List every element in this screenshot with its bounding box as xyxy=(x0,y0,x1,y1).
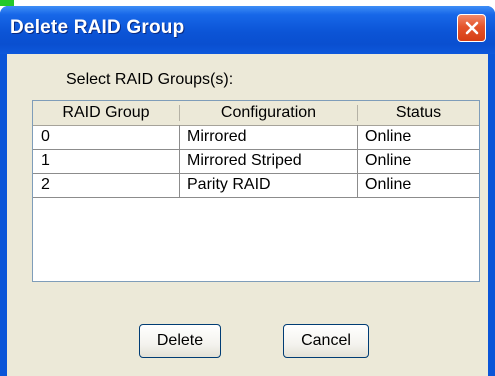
column-header-status[interactable]: Status xyxy=(358,101,479,125)
column-gridline xyxy=(357,125,358,197)
table-row[interactable]: 0 Mirrored Online xyxy=(33,125,479,150)
column-gridline xyxy=(179,125,180,197)
column-header-raid-group[interactable]: RAID Group xyxy=(33,101,179,125)
cancel-button[interactable]: Cancel xyxy=(283,324,369,358)
window-title: Delete RAID Group xyxy=(10,17,185,38)
table-header: RAID Group Configuration Status xyxy=(33,101,479,126)
cell-raid-group: 2 xyxy=(41,176,50,193)
cell-configuration: Mirrored Striped xyxy=(187,152,302,169)
delete-button[interactable]: Delete xyxy=(139,324,221,358)
title-bar[interactable]: Delete RAID Group xyxy=(0,6,495,54)
cell-raid-group: 0 xyxy=(41,128,50,145)
cell-configuration: Parity RAID xyxy=(187,176,271,193)
cell-configuration: Mirrored xyxy=(187,128,247,145)
dialog-body: Select RAID Groups(s): RAID Group Config… xyxy=(7,54,488,376)
cell-status: Online xyxy=(365,128,412,145)
select-prompt-label: Select RAID Groups(s): xyxy=(66,71,234,88)
close-button[interactable] xyxy=(457,14,486,42)
table-row[interactable]: 2 Parity RAID Online xyxy=(33,173,479,198)
table-row[interactable]: 1 Mirrored Striped Online xyxy=(33,149,479,174)
cell-status: Online xyxy=(365,176,412,193)
delete-raid-group-dialog: Delete RAID Group Select RAID Groups(s):… xyxy=(0,6,495,376)
close-icon xyxy=(465,21,478,35)
column-header-configuration[interactable]: Configuration xyxy=(180,101,357,125)
raid-group-table[interactable]: RAID Group Configuration Status 0 Mirror… xyxy=(32,100,480,282)
cell-raid-group: 1 xyxy=(41,152,50,169)
cell-status: Online xyxy=(365,152,412,169)
